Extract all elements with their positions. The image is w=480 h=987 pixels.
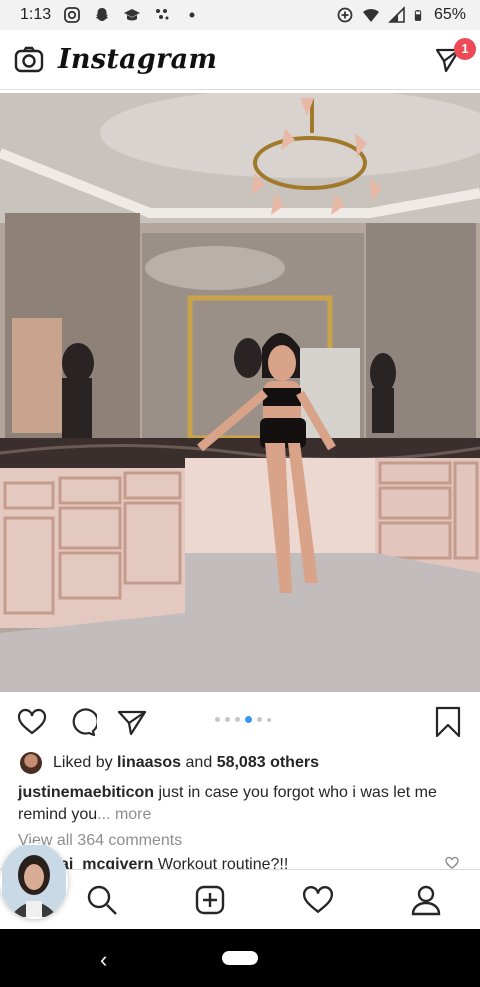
heart-icon — [17, 708, 47, 735]
comment-icon — [72, 708, 97, 737]
comment-text: Workout routine?!! — [157, 856, 289, 870]
share-button[interactable] — [116, 706, 148, 738]
direct-messages-button[interactable]: 1 — [430, 37, 476, 78]
status-time: 1:13 — [20, 6, 52, 23]
notification-badge: 1 — [454, 37, 476, 60]
wifi-icon — [362, 8, 379, 22]
back-icon[interactable]: ‹ — [100, 947, 107, 973]
profile-icon — [411, 885, 441, 915]
liker-avatar — [20, 752, 42, 774]
likes-prefix: Liked by — [53, 754, 113, 771]
floating-story-bubble[interactable] — [0, 843, 68, 919]
signal-icon — [388, 6, 405, 23]
snapchat-icon — [96, 8, 109, 21]
post-caption: justinemaebiticon just in case you forgo… — [18, 782, 464, 826]
carousel-indicator — [215, 716, 271, 723]
save-button[interactable] — [434, 706, 462, 743]
like-button[interactable] — [16, 706, 48, 738]
data-saver-icon — [337, 7, 353, 23]
nav-search[interactable] — [82, 880, 122, 920]
bottom-nav — [0, 869, 480, 929]
carousel-dot — [267, 717, 271, 722]
carousel-dot — [225, 717, 230, 722]
heart-icon — [445, 856, 459, 870]
status-bar: 1:13 65% — [0, 0, 480, 30]
likes-summary[interactable]: Liked by linaasos and 58,083 others — [20, 752, 319, 774]
nav-new-post[interactable] — [190, 880, 230, 920]
comment-username[interactable]: ai_mcgivern — [60, 856, 153, 870]
instagram-logo[interactable]: Instagram — [58, 44, 217, 75]
nav-activity[interactable] — [298, 880, 338, 920]
dot-icon — [189, 12, 195, 18]
share-icon — [117, 710, 147, 736]
home-pill[interactable] — [222, 951, 258, 965]
search-icon — [87, 885, 117, 915]
system-nav-bar: ‹ — [0, 929, 480, 987]
likes-conjunction: and — [185, 754, 213, 771]
likes-count[interactable]: 58,083 others — [217, 754, 319, 772]
instagram-icon — [64, 7, 81, 23]
app-header: Instagram 1 — [0, 30, 480, 90]
carousel-dot — [215, 717, 220, 722]
graduation-cap-icon — [124, 9, 141, 21]
camera-icon[interactable] — [14, 45, 44, 75]
caption-username[interactable]: justinemaebiticon — [18, 784, 154, 801]
post-image — [0, 93, 480, 692]
post-actions — [0, 702, 480, 742]
post-photo[interactable] — [0, 93, 480, 692]
carousel-dot-active — [245, 716, 252, 723]
battery-percent: 65% — [433, 6, 466, 23]
activity-heart-icon — [302, 885, 334, 913]
bookmark-icon — [435, 706, 461, 738]
liker-username[interactable]: linaasos — [117, 754, 181, 772]
new-post-icon — [195, 885, 225, 914]
story-avatar — [2, 845, 66, 917]
caption-more-link[interactable]: ... more — [97, 806, 151, 823]
dots-app-icon — [156, 9, 169, 20]
comment-preview: ai_mcgivern Workout routine?!! — [60, 856, 288, 870]
carousel-dot — [235, 717, 240, 722]
comment-button[interactable] — [66, 706, 98, 738]
battery-icon — [414, 10, 422, 21]
nav-profile[interactable] — [406, 880, 446, 920]
carousel-dot — [257, 717, 262, 722]
